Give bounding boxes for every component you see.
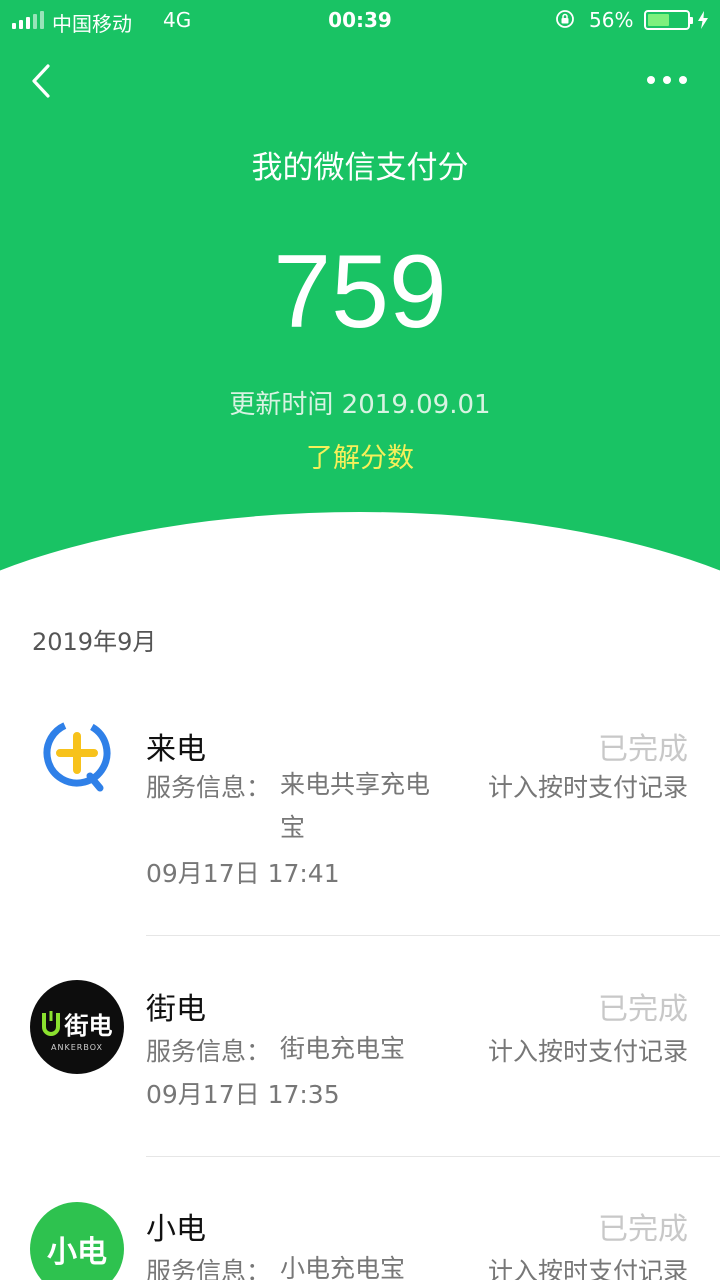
status-bar: 中国移动 4G 00:39 56%	[0, 0, 720, 40]
info-value: 街电充电宝	[280, 1034, 406, 1063]
record-type: 计入按时支付记录	[487, 1037, 688, 1066]
info-label: 服务信息：	[146, 773, 272, 802]
divider	[146, 1156, 720, 1157]
record-type: 计入按时支付记录	[487, 1257, 688, 1280]
battery-fill	[648, 14, 669, 26]
jiedian-logo: 街电 ANKERBOX	[30, 980, 124, 1074]
info-label: 服务信息：	[146, 1037, 272, 1066]
record-time: 09月17日 17:41	[146, 859, 340, 888]
service-name: 来电	[146, 732, 206, 767]
update-time: 更新时间 2019.09.01	[229, 390, 491, 420]
month-heading: 2019年9月	[32, 628, 157, 656]
xiaodian-logo: 小电	[30, 1202, 124, 1280]
status-label: 已完成	[598, 992, 688, 1027]
score-header: 中国移动 4G 00:39 56% 我的微信支付分 759 更新时间 2019.…	[0, 0, 720, 600]
info-value: 小电充电宝	[280, 1254, 406, 1280]
logo-subtext: ANKERBOX	[51, 1043, 103, 1052]
record-time: 09月17日 17:35	[146, 1080, 340, 1109]
service-name: 小电	[146, 1212, 206, 1247]
logo-text: 街电	[64, 1012, 113, 1040]
header-curve	[0, 512, 720, 600]
status-label: 已完成	[598, 1212, 688, 1247]
plug-icon	[41, 1010, 60, 1036]
credit-score: 759	[273, 234, 447, 350]
laidian-logo	[43, 719, 111, 792]
list-item[interactable]: 小电 小电 已完成 服务信息： 小电充电宝 计入按时支付记录	[0, 1180, 720, 1280]
divider	[146, 935, 720, 936]
page-title: 我的微信支付分	[251, 150, 469, 186]
more-options-icon[interactable]	[646, 70, 688, 90]
list-item[interactable]: 来电 已完成 服务信息： 来电共享充电宝 计入按时支付记录 09月17日 17:…	[0, 700, 720, 936]
battery-icon	[644, 10, 693, 30]
back-arrow-icon[interactable]	[26, 62, 56, 100]
service-name: 街电	[146, 992, 206, 1027]
battery-percent: 56%	[589, 8, 634, 32]
learn-score-link[interactable]: 了解分数	[0, 436, 720, 475]
list-item[interactable]: 街电 ANKERBOX 街电 已完成 服务信息： 街电充电宝 计入按时支付记录 …	[0, 960, 720, 1157]
info-label: 服务信息：	[146, 1257, 272, 1280]
record-type: 计入按时支付记录	[487, 773, 688, 802]
charging-bolt-icon	[698, 11, 708, 29]
status-label: 已完成	[598, 732, 688, 767]
rotation-lock-icon	[556, 10, 574, 28]
info-value: 来电共享充电宝	[280, 770, 431, 842]
logo-text: 小电	[47, 1235, 107, 1270]
